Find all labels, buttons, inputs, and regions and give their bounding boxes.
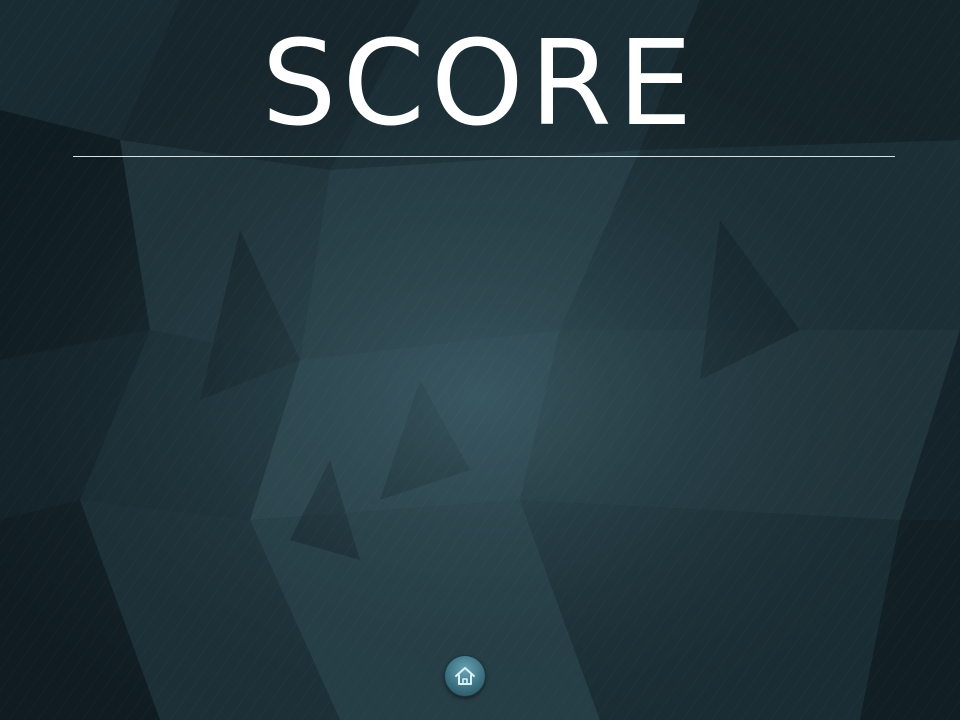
score-screen: SCORE — [0, 0, 960, 720]
title-divider — [73, 156, 895, 157]
score-title: SCORE — [261, 14, 699, 152]
home-icon — [455, 667, 475, 685]
home-button[interactable] — [445, 656, 485, 696]
